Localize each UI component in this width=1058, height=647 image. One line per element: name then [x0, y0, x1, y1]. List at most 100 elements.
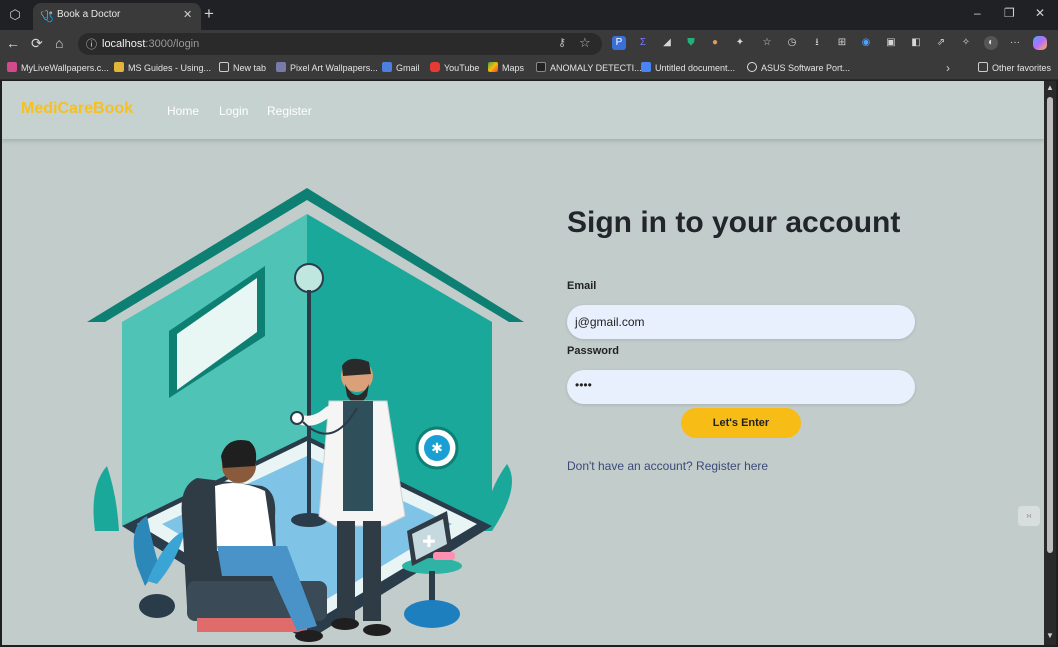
back-icon[interactable]: ← — [6, 35, 20, 51]
extension-profile-icon[interactable]: P — [612, 36, 626, 50]
doctor-shirt — [343, 401, 373, 511]
password-label: Password — [567, 345, 619, 357]
profile-avatar-icon[interactable]: ◐ — [984, 36, 998, 50]
bookmark-item[interactable]: MS Guides - Using... — [114, 62, 211, 76]
refresh-icon[interactable]: ⟳ — [31, 35, 43, 52]
window-close-icon[interactable]: ✕ — [1035, 6, 1045, 20]
bookmark-favicon-icon — [276, 62, 286, 72]
extension-sigma-icon[interactable]: Σ — [636, 36, 650, 50]
stethoscope-icon — [290, 411, 304, 425]
caduceus-icon: ✱ — [431, 441, 443, 457]
email-field[interactable]: j@gmail.com — [567, 305, 915, 339]
bookmark-item[interactable]: Gmail — [382, 62, 420, 76]
email-label: Email — [567, 280, 597, 292]
extension-puzzle-icon[interactable]: ✦ — [733, 36, 747, 50]
doctor-leg — [363, 521, 381, 621]
bookmarks-bar: MyLiveWallpapers.c... MS Guides - Using.… — [0, 58, 1058, 80]
nav-login[interactable]: Login — [219, 104, 248, 118]
bookmark-favicon-icon — [536, 62, 546, 72]
scroll-thumb[interactable] — [1047, 97, 1053, 553]
patient-shirt — [215, 482, 273, 551]
page-viewport: MediCareBook Home Login Register ✱ ✚ Sig… — [2, 81, 1044, 645]
page-title: Sign in to your account — [567, 206, 901, 239]
address-bar[interactable]: ⓘ localhost:3000/login ⚷ ☆ — [78, 33, 602, 55]
tab-title: Book a Doctor — [57, 9, 121, 20]
doctor-visit-illustration: ✱ ✚ — [87, 188, 524, 642]
medical-cross-icon: ✚ — [422, 532, 435, 551]
globe-icon — [747, 62, 757, 72]
restore-icon[interactable]: ❐ — [1004, 6, 1015, 20]
docs-icon — [641, 62, 651, 72]
password-field[interactable]: •••• — [567, 370, 915, 404]
favorites-icon[interactable]: ☆ — [760, 36, 774, 50]
copilot-icon[interactable] — [1033, 36, 1047, 50]
url-text: localhost:3000/login — [102, 38, 199, 50]
site-info-icon[interactable]: ⓘ — [86, 36, 97, 52]
bookmark-item[interactable]: New tab — [219, 62, 266, 76]
minimize-icon[interactable]: – — [974, 6, 981, 20]
share-icon[interactable]: ⇗ — [934, 36, 948, 50]
chevron-right-icon[interactable]: › — [946, 61, 950, 75]
browser-tab-bar: ⬡ 🩺 Book a Doctor ✕ + – ❐ ✕ — [0, 0, 1058, 30]
collections-icon[interactable]: ⊞ — [835, 36, 849, 50]
bookmark-item[interactable]: Untitled document... — [641, 62, 735, 76]
password-value: •••• — [575, 378, 592, 392]
scroll-up-icon[interactable]: ▲ — [1046, 83, 1054, 92]
new-tab-icon[interactable]: + — [204, 4, 214, 24]
side-table-shadow — [404, 600, 460, 628]
nav-register[interactable]: Register — [267, 104, 312, 118]
left-bush — [93, 466, 119, 531]
screenshot-icon[interactable]: ▣ — [884, 36, 898, 50]
folder-icon — [978, 62, 988, 72]
nav-home[interactable]: Home — [167, 104, 199, 118]
doctor-hair — [342, 358, 371, 376]
bookmark-item[interactable]: ASUS Software Port... — [747, 62, 850, 76]
extension-cookie-icon[interactable]: ● — [708, 36, 722, 50]
browser-tab-active[interactable]: 🩺 Book a Doctor ✕ — [33, 3, 201, 30]
doctor-shoe — [363, 624, 391, 636]
browser-toolbar: ← ⟳ ⌂ ⓘ localhost:3000/login ⚷ ☆ P Σ ◢ ⛊… — [0, 30, 1058, 58]
workspaces-icon[interactable]: ⬡ — [6, 7, 24, 23]
url-host: localhost — [102, 38, 146, 50]
tab-close-icon[interactable]: ✕ — [183, 8, 192, 21]
favorite-star-icon[interactable]: ☆ — [579, 35, 591, 51]
other-favorites[interactable]: Other favorites — [978, 62, 1051, 76]
bookmark-item[interactable]: Maps — [488, 62, 524, 76]
history-icon[interactable]: ◷ — [785, 36, 799, 50]
url-path: :3000/login — [145, 38, 200, 50]
extension-shield-icon[interactable]: ⛊ — [684, 36, 698, 50]
scroll-down-icon[interactable]: ▼ — [1046, 631, 1054, 640]
tab-favicon-icon: 🩺 — [40, 11, 54, 23]
bookmark-item[interactable]: Pixel Art Wallpapers... — [276, 62, 378, 76]
extensions-icon[interactable]: ✧ — [959, 36, 973, 50]
patient-shoe — [295, 630, 323, 642]
thermometer-icon — [433, 552, 455, 560]
brand-logo[interactable]: MediCareBook — [21, 100, 133, 118]
edge-sync-icon[interactable]: ◉ — [859, 36, 873, 50]
bookmark-item[interactable]: MyLiveWallpapers.c... — [7, 62, 109, 76]
youtube-icon — [430, 62, 440, 72]
page-scrollbar[interactable]: ▲ ▼ — [1044, 81, 1056, 645]
plant-pot — [139, 594, 175, 618]
password-key-icon[interactable]: ⚷ — [558, 36, 566, 49]
maps-icon — [488, 62, 498, 72]
side-widget-icon[interactable]: ›‹ — [1018, 506, 1040, 526]
lets-enter-button[interactable]: Let's Enter — [681, 408, 801, 438]
bookmark-favicon-icon — [114, 62, 124, 72]
extension-ghost-icon[interactable]: ◢ — [660, 36, 674, 50]
email-value: j@gmail.com — [575, 315, 645, 329]
downloads-icon[interactable]: ⭳ — [810, 36, 824, 50]
bookmark-favicon-icon — [7, 62, 17, 72]
armchair-base — [197, 618, 307, 632]
more-menu-icon[interactable]: ··· — [1008, 36, 1022, 50]
register-link[interactable]: Don't have an account? Register here — [567, 459, 768, 473]
lamp-pole — [307, 290, 311, 520]
doctor-shoe — [331, 618, 359, 630]
bookmark-item[interactable]: ANOMALY DETECTI... — [536, 62, 642, 76]
home-icon[interactable]: ⌂ — [55, 35, 63, 51]
bookmark-favicon-icon — [219, 62, 229, 72]
sidebar-icon[interactable]: ◧ — [909, 36, 923, 50]
bookmark-item[interactable]: YouTube — [430, 62, 479, 76]
bookmark-favicon-icon — [382, 62, 392, 72]
lamp-shade — [294, 263, 324, 293]
